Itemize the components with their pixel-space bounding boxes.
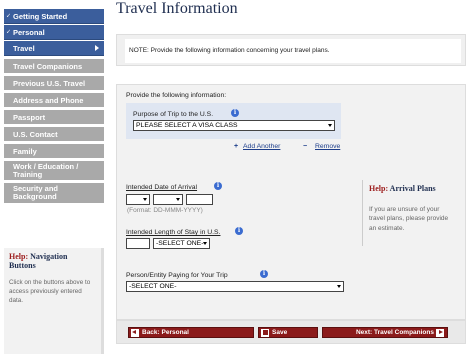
info-icon[interactable]: i — [235, 227, 243, 235]
check-icon: ✓ — [6, 13, 12, 20]
sidebar: ✓ Getting Started ✓ Personal Travel Trav… — [0, 0, 106, 354]
remove-icon[interactable]: − — [303, 143, 307, 150]
help-prefix: Help: — [9, 252, 29, 261]
remove-link[interactable]: Remove — [315, 143, 340, 150]
save-icon — [261, 328, 269, 337]
note-text: NOTE: Provide the following information … — [125, 39, 461, 63]
sidebar-item-label: Getting Started — [13, 11, 68, 21]
sidebar-item-label-line2: Background — [13, 192, 57, 201]
form-intro: Provide the following information: — [126, 92, 227, 99]
arrival-help-box: Help: Arrival Plans If you are unsure of… — [362, 180, 458, 246]
length-of-stay-label: Intended Length of Stay in U.S. — [126, 229, 221, 236]
sidebar-item-work-education-training[interactable]: Work / Education / Training — [4, 161, 104, 181]
arrow-right-icon — [436, 328, 444, 337]
info-icon[interactable]: i — [231, 109, 239, 117]
sidebar-item-personal[interactable]: ✓ Personal — [4, 25, 104, 40]
sidebar-item-label: Passport — [13, 112, 46, 122]
note-box: NOTE: Provide the following information … — [116, 34, 466, 66]
help-prefix: Help: — [369, 184, 389, 193]
save-button[interactable]: Save — [258, 327, 318, 338]
sidebar-item-label: Previous U.S. Travel — [13, 78, 86, 88]
purpose-label: Purpose of Trip to the U.S. — [133, 111, 214, 118]
help-text: Click on the buttons above to access pre… — [9, 279, 91, 305]
help-title: Help: Arrival Plans — [369, 184, 452, 193]
length-unit-value: -SELECT ONE- — [156, 240, 204, 247]
navigation-help-box: Help: Navigation Buttons Click on the bu… — [4, 248, 104, 354]
check-icon: ✓ — [6, 29, 12, 36]
arrow-right-icon — [95, 45, 99, 51]
sidebar-item-family[interactable]: Family — [4, 144, 104, 159]
sidebar-item-getting-started[interactable]: ✓ Getting Started — [4, 9, 104, 24]
page-title: Travel Information — [116, 0, 238, 17]
help-text: If you are unsure of your travel plans, … — [369, 206, 449, 232]
sidebar-item-passport[interactable]: Passport — [4, 110, 104, 125]
sidebar-item-security-and-background[interactable]: Security and Background — [4, 183, 104, 204]
back-button-label: Back: Personal — [142, 329, 189, 336]
sidebar-item-label: Personal — [13, 27, 45, 37]
help-title: Help: Navigation Buttons — [9, 252, 96, 270]
info-icon[interactable]: i — [260, 270, 268, 278]
arrival-day-select[interactable] — [126, 194, 150, 205]
sidebar-item-us-contact[interactable]: U.S. Contact — [4, 127, 104, 142]
arrival-month-select[interactable] — [153, 194, 183, 205]
save-button-label: Save — [272, 329, 288, 336]
sidebar-item-label: Travel — [13, 43, 35, 53]
arrow-left-icon — [131, 328, 139, 337]
sidebar-item-label-line2: Training — [13, 169, 43, 179]
length-of-stay-unit-select[interactable]: -SELECT ONE- — [153, 238, 210, 249]
paying-select[interactable]: -SELECT ONE- — [126, 281, 344, 292]
help-title-text: Arrival Plans — [389, 184, 436, 193]
paying-label: Person/Entity Paying for Your Trip — [126, 272, 228, 279]
purpose-select[interactable]: PLEASE SELECT A VISA CLASS — [133, 120, 335, 131]
add-icon[interactable]: + — [234, 143, 238, 150]
next-button[interactable]: Next: Travel Companions — [322, 327, 448, 338]
purpose-select-value: PLEASE SELECT A VISA CLASS — [136, 122, 238, 129]
arrival-label: Intended Date of Arrival — [126, 184, 198, 191]
sidebar-item-travel-companions[interactable]: Travel Companions — [4, 59, 104, 74]
chevron-down-icon — [328, 124, 332, 127]
chevron-down-icon — [337, 285, 341, 288]
sidebar-item-label: Travel Companions — [13, 61, 83, 71]
chevron-down-icon — [203, 242, 207, 245]
next-button-label: Next: Travel Companions — [355, 329, 434, 336]
chevron-down-icon — [143, 198, 147, 201]
add-another-link[interactable]: Add Another — [243, 143, 280, 150]
info-icon[interactable]: i — [214, 182, 222, 190]
sidebar-item-label: Family — [13, 146, 37, 156]
chevron-down-icon — [176, 198, 180, 201]
sidebar-item-travel[interactable]: Travel — [4, 41, 104, 56]
sidebar-item-address-and-phone[interactable]: Address and Phone — [4, 93, 104, 108]
paying-select-value: -SELECT ONE- — [129, 283, 177, 290]
back-button[interactable]: Back: Personal — [128, 327, 254, 338]
length-of-stay-input[interactable] — [126, 238, 150, 249]
sidebar-item-previous-us-travel[interactable]: Previous U.S. Travel — [4, 76, 104, 91]
arrival-format-hint: (Format: DD-MMM-YYYY) — [127, 207, 203, 214]
sidebar-item-label: U.S. Contact — [13, 129, 58, 139]
arrival-year-input[interactable] — [186, 194, 213, 205]
sidebar-item-label: Address and Phone — [13, 95, 84, 105]
